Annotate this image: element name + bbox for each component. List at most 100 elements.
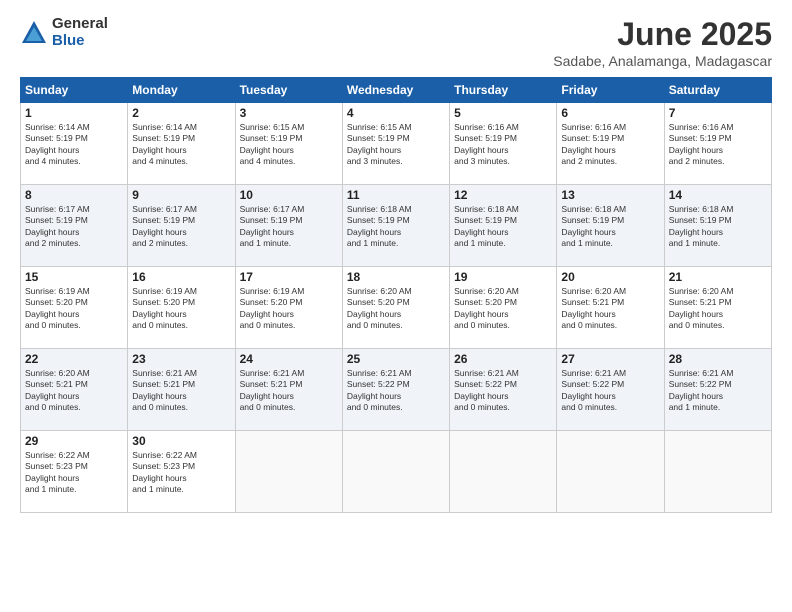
- day-number: 18: [347, 270, 445, 284]
- day-number: 22: [25, 352, 123, 366]
- logo: General Blue: [20, 16, 108, 49]
- calendar-cell: 27 Sunrise: 6:21 AM Sunset: 5:22 PM Dayl…: [557, 349, 664, 431]
- day-number: 4: [347, 106, 445, 120]
- day-info: Sunrise: 6:18 AM Sunset: 5:19 PM Dayligh…: [669, 204, 767, 250]
- calendar-cell: 3 Sunrise: 6:15 AM Sunset: 5:19 PM Dayli…: [235, 103, 342, 185]
- header-friday: Friday: [557, 78, 664, 103]
- day-number: 9: [132, 188, 230, 202]
- calendar-cell: 25 Sunrise: 6:21 AM Sunset: 5:22 PM Dayl…: [342, 349, 449, 431]
- day-info: Sunrise: 6:21 AM Sunset: 5:22 PM Dayligh…: [561, 368, 659, 414]
- header-wednesday: Wednesday: [342, 78, 449, 103]
- day-info: Sunrise: 6:20 AM Sunset: 5:21 PM Dayligh…: [25, 368, 123, 414]
- calendar-cell: 8 Sunrise: 6:17 AM Sunset: 5:19 PM Dayli…: [21, 185, 128, 267]
- day-info: Sunrise: 6:16 AM Sunset: 5:19 PM Dayligh…: [561, 122, 659, 168]
- calendar-cell: 20 Sunrise: 6:20 AM Sunset: 5:21 PM Dayl…: [557, 267, 664, 349]
- week-row-3: 15 Sunrise: 6:19 AM Sunset: 5:20 PM Dayl…: [21, 267, 772, 349]
- day-info: Sunrise: 6:18 AM Sunset: 5:19 PM Dayligh…: [454, 204, 552, 250]
- day-info: Sunrise: 6:20 AM Sunset: 5:20 PM Dayligh…: [454, 286, 552, 332]
- day-info: Sunrise: 6:17 AM Sunset: 5:19 PM Dayligh…: [240, 204, 338, 250]
- calendar-cell: [557, 431, 664, 513]
- logo-general-text: General: [52, 16, 108, 33]
- day-info: Sunrise: 6:18 AM Sunset: 5:19 PM Dayligh…: [561, 204, 659, 250]
- day-number: 23: [132, 352, 230, 366]
- title-area: June 2025 Sadabe, Analamanga, Madagascar: [553, 16, 772, 69]
- calendar-cell: 23 Sunrise: 6:21 AM Sunset: 5:21 PM Dayl…: [128, 349, 235, 431]
- day-info: Sunrise: 6:19 AM Sunset: 5:20 PM Dayligh…: [240, 286, 338, 332]
- day-info: Sunrise: 6:16 AM Sunset: 5:19 PM Dayligh…: [669, 122, 767, 168]
- calendar-cell: 28 Sunrise: 6:21 AM Sunset: 5:22 PM Dayl…: [664, 349, 771, 431]
- calendar-cell: 5 Sunrise: 6:16 AM Sunset: 5:19 PM Dayli…: [450, 103, 557, 185]
- calendar-cell: [235, 431, 342, 513]
- logo-text: General Blue: [52, 16, 108, 49]
- calendar-cell: 11 Sunrise: 6:18 AM Sunset: 5:19 PM Dayl…: [342, 185, 449, 267]
- header-monday: Monday: [128, 78, 235, 103]
- calendar-cell: 30 Sunrise: 6:22 AM Sunset: 5:23 PM Dayl…: [128, 431, 235, 513]
- calendar-cell: 4 Sunrise: 6:15 AM Sunset: 5:19 PM Dayli…: [342, 103, 449, 185]
- page: General Blue June 2025 Sadabe, Analamang…: [0, 0, 792, 612]
- calendar-table: Sunday Monday Tuesday Wednesday Thursday…: [20, 77, 772, 513]
- calendar-cell: 16 Sunrise: 6:19 AM Sunset: 5:20 PM Dayl…: [128, 267, 235, 349]
- location-title: Sadabe, Analamanga, Madagascar: [553, 53, 772, 69]
- day-number: 29: [25, 434, 123, 448]
- day-info: Sunrise: 6:21 AM Sunset: 5:22 PM Dayligh…: [669, 368, 767, 414]
- day-number: 26: [454, 352, 552, 366]
- calendar-cell: [664, 431, 771, 513]
- header-sunday: Sunday: [21, 78, 128, 103]
- day-info: Sunrise: 6:19 AM Sunset: 5:20 PM Dayligh…: [25, 286, 123, 332]
- day-number: 30: [132, 434, 230, 448]
- day-number: 27: [561, 352, 659, 366]
- month-title: June 2025: [553, 16, 772, 53]
- day-info: Sunrise: 6:16 AM Sunset: 5:19 PM Dayligh…: [454, 122, 552, 168]
- calendar-cell: 13 Sunrise: 6:18 AM Sunset: 5:19 PM Dayl…: [557, 185, 664, 267]
- week-row-1: 1 Sunrise: 6:14 AM Sunset: 5:19 PM Dayli…: [21, 103, 772, 185]
- day-number: 8: [25, 188, 123, 202]
- day-number: 5: [454, 106, 552, 120]
- day-number: 12: [454, 188, 552, 202]
- day-info: Sunrise: 6:21 AM Sunset: 5:21 PM Dayligh…: [132, 368, 230, 414]
- week-row-5: 29 Sunrise: 6:22 AM Sunset: 5:23 PM Dayl…: [21, 431, 772, 513]
- day-info: Sunrise: 6:20 AM Sunset: 5:21 PM Dayligh…: [669, 286, 767, 332]
- day-number: 24: [240, 352, 338, 366]
- calendar-cell: 22 Sunrise: 6:20 AM Sunset: 5:21 PM Dayl…: [21, 349, 128, 431]
- day-info: Sunrise: 6:14 AM Sunset: 5:19 PM Dayligh…: [132, 122, 230, 168]
- week-row-4: 22 Sunrise: 6:20 AM Sunset: 5:21 PM Dayl…: [21, 349, 772, 431]
- day-info: Sunrise: 6:17 AM Sunset: 5:19 PM Dayligh…: [25, 204, 123, 250]
- day-info: Sunrise: 6:15 AM Sunset: 5:19 PM Dayligh…: [240, 122, 338, 168]
- day-number: 21: [669, 270, 767, 284]
- day-info: Sunrise: 6:21 AM Sunset: 5:22 PM Dayligh…: [454, 368, 552, 414]
- week-row-2: 8 Sunrise: 6:17 AM Sunset: 5:19 PM Dayli…: [21, 185, 772, 267]
- calendar-cell: 29 Sunrise: 6:22 AM Sunset: 5:23 PM Dayl…: [21, 431, 128, 513]
- calendar-cell: 26 Sunrise: 6:21 AM Sunset: 5:22 PM Dayl…: [450, 349, 557, 431]
- day-number: 2: [132, 106, 230, 120]
- day-number: 10: [240, 188, 338, 202]
- day-info: Sunrise: 6:17 AM Sunset: 5:19 PM Dayligh…: [132, 204, 230, 250]
- day-number: 15: [25, 270, 123, 284]
- day-number: 17: [240, 270, 338, 284]
- calendar-cell: 24 Sunrise: 6:21 AM Sunset: 5:21 PM Dayl…: [235, 349, 342, 431]
- day-number: 19: [454, 270, 552, 284]
- logo-icon: [20, 19, 48, 47]
- day-info: Sunrise: 6:22 AM Sunset: 5:23 PM Dayligh…: [25, 450, 123, 496]
- day-number: 13: [561, 188, 659, 202]
- calendar-cell: 12 Sunrise: 6:18 AM Sunset: 5:19 PM Dayl…: [450, 185, 557, 267]
- day-info: Sunrise: 6:19 AM Sunset: 5:20 PM Dayligh…: [132, 286, 230, 332]
- day-info: Sunrise: 6:14 AM Sunset: 5:19 PM Dayligh…: [25, 122, 123, 168]
- day-info: Sunrise: 6:20 AM Sunset: 5:21 PM Dayligh…: [561, 286, 659, 332]
- calendar-cell: 14 Sunrise: 6:18 AM Sunset: 5:19 PM Dayl…: [664, 185, 771, 267]
- header-saturday: Saturday: [664, 78, 771, 103]
- calendar-cell: 10 Sunrise: 6:17 AM Sunset: 5:19 PM Dayl…: [235, 185, 342, 267]
- day-info: Sunrise: 6:15 AM Sunset: 5:19 PM Dayligh…: [347, 122, 445, 168]
- calendar-cell: 2 Sunrise: 6:14 AM Sunset: 5:19 PM Dayli…: [128, 103, 235, 185]
- day-number: 7: [669, 106, 767, 120]
- day-number: 20: [561, 270, 659, 284]
- calendar-cell: 6 Sunrise: 6:16 AM Sunset: 5:19 PM Dayli…: [557, 103, 664, 185]
- day-info: Sunrise: 6:22 AM Sunset: 5:23 PM Dayligh…: [132, 450, 230, 496]
- day-info: Sunrise: 6:21 AM Sunset: 5:21 PM Dayligh…: [240, 368, 338, 414]
- calendar-cell: 1 Sunrise: 6:14 AM Sunset: 5:19 PM Dayli…: [21, 103, 128, 185]
- header-tuesday: Tuesday: [235, 78, 342, 103]
- day-info: Sunrise: 6:18 AM Sunset: 5:19 PM Dayligh…: [347, 204, 445, 250]
- calendar-cell: 7 Sunrise: 6:16 AM Sunset: 5:19 PM Dayli…: [664, 103, 771, 185]
- day-number: 16: [132, 270, 230, 284]
- day-number: 1: [25, 106, 123, 120]
- header: General Blue June 2025 Sadabe, Analamang…: [20, 16, 772, 69]
